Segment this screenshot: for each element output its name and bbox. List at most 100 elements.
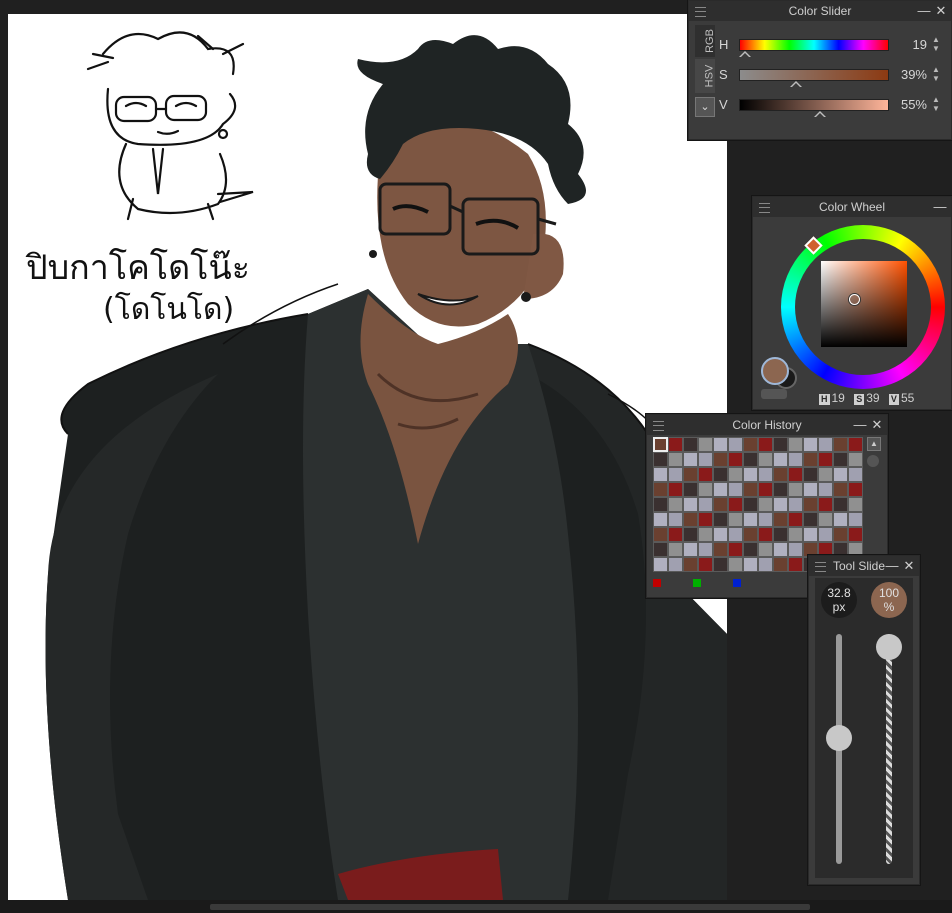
menu-grip-icon[interactable]: [695, 7, 706, 17]
history-swatch[interactable]: [788, 542, 803, 557]
history-swatch[interactable]: [803, 527, 818, 542]
tool-slider-titlebar[interactable]: Tool Slider — ✕: [809, 556, 919, 576]
history-swatch[interactable]: [683, 437, 698, 452]
history-swatch[interactable]: [818, 467, 833, 482]
chevron-up-icon[interactable]: ▲: [867, 437, 881, 451]
brush-size-value[interactable]: 32.8 px: [821, 582, 857, 618]
history-swatch[interactable]: [728, 452, 743, 467]
history-swatch[interactable]: [653, 452, 668, 467]
history-swatch[interactable]: [698, 452, 713, 467]
menu-grip-icon[interactable]: [759, 203, 770, 213]
history-swatch[interactable]: [788, 452, 803, 467]
history-swatch[interactable]: [743, 437, 758, 452]
history-swatch[interactable]: [833, 452, 848, 467]
history-swatch[interactable]: [743, 557, 758, 572]
history-swatch[interactable]: [683, 467, 698, 482]
history-swatch[interactable]: [803, 482, 818, 497]
history-swatch[interactable]: [773, 452, 788, 467]
history-swatch[interactable]: [758, 467, 773, 482]
history-swatch[interactable]: [833, 497, 848, 512]
history-swatch[interactable]: [698, 467, 713, 482]
chevron-down-icon[interactable]: ⌄: [695, 97, 715, 117]
saturation-value[interactable]: 39%: [901, 67, 927, 82]
history-swatch[interactable]: [713, 482, 728, 497]
history-swatch[interactable]: [773, 542, 788, 557]
history-swatch[interactable]: [728, 437, 743, 452]
history-swatch[interactable]: [773, 557, 788, 572]
history-swatch[interactable]: [713, 437, 728, 452]
history-swatch[interactable]: [653, 542, 668, 557]
close-icon[interactable]: ✕: [902, 556, 916, 576]
transparent-color-icon[interactable]: [761, 389, 787, 399]
history-swatch[interactable]: [653, 437, 668, 452]
history-swatch[interactable]: [773, 497, 788, 512]
color-slider-titlebar[interactable]: Color Slider — ✕: [689, 1, 951, 21]
history-swatch[interactable]: [683, 557, 698, 572]
history-swatch[interactable]: [728, 557, 743, 572]
history-swatch[interactable]: [683, 452, 698, 467]
history-swatch[interactable]: [848, 497, 863, 512]
history-swatch[interactable]: [668, 452, 683, 467]
history-swatch[interactable]: [728, 467, 743, 482]
history-swatch[interactable]: [848, 512, 863, 527]
history-swatch[interactable]: [668, 467, 683, 482]
history-swatch[interactable]: [698, 482, 713, 497]
history-swatch[interactable]: [788, 557, 803, 572]
close-icon[interactable]: ✕: [934, 1, 948, 21]
menu-grip-icon[interactable]: [815, 562, 826, 572]
history-swatch[interactable]: [758, 482, 773, 497]
history-swatch[interactable]: [758, 452, 773, 467]
history-swatch[interactable]: [803, 452, 818, 467]
history-swatch[interactable]: [803, 437, 818, 452]
history-swatch[interactable]: [698, 557, 713, 572]
history-swatch[interactable]: [758, 437, 773, 452]
history-swatch[interactable]: [803, 512, 818, 527]
sv-picker-handle[interactable]: [849, 294, 860, 305]
history-swatch[interactable]: [743, 527, 758, 542]
history-swatch[interactable]: [803, 497, 818, 512]
minimize-icon[interactable]: —: [917, 1, 931, 21]
history-swatch[interactable]: [683, 482, 698, 497]
history-swatch[interactable]: [788, 497, 803, 512]
history-swatch[interactable]: [848, 437, 863, 452]
saturation-spinner[interactable]: ▲ ▼: [931, 65, 941, 83]
history-swatch[interactable]: [848, 527, 863, 542]
history-swatch[interactable]: [773, 437, 788, 452]
saturation-slider[interactable]: [739, 69, 889, 81]
history-swatch[interactable]: [773, 527, 788, 542]
history-swatch[interactable]: [668, 497, 683, 512]
history-swatch[interactable]: [818, 452, 833, 467]
tab-rgb[interactable]: RGB: [695, 25, 716, 57]
history-swatch[interactable]: [653, 497, 668, 512]
history-swatch[interactable]: [713, 512, 728, 527]
hue-spinner[interactable]: ▲ ▼: [931, 35, 941, 53]
history-swatch[interactable]: [713, 542, 728, 557]
history-swatch[interactable]: [683, 542, 698, 557]
drawing-canvas[interactable]: ปิบกาโคโดโน๊ะ (โดโนโด): [8, 14, 727, 900]
hue-caret[interactable]: [739, 51, 751, 57]
history-swatch[interactable]: [698, 512, 713, 527]
history-swatch[interactable]: [653, 557, 668, 572]
history-swatch[interactable]: [668, 527, 683, 542]
history-swatch[interactable]: [668, 512, 683, 527]
history-swatch[interactable]: [713, 467, 728, 482]
history-swatch[interactable]: [743, 512, 758, 527]
history-swatch[interactable]: [833, 437, 848, 452]
tab-hsv[interactable]: HSV: [695, 59, 715, 93]
minimize-icon[interactable]: —: [885, 556, 899, 576]
horizontal-scrollbar[interactable]: [210, 904, 810, 910]
history-swatch[interactable]: [758, 512, 773, 527]
hue-value[interactable]: 19: [913, 37, 927, 52]
opacity-value[interactable]: 100%: [871, 582, 907, 618]
history-swatch[interactable]: [818, 437, 833, 452]
history-swatch[interactable]: [713, 452, 728, 467]
history-swatch[interactable]: [848, 467, 863, 482]
value-slider[interactable]: [739, 99, 889, 111]
history-swatch[interactable]: [683, 497, 698, 512]
history-swatch[interactable]: [668, 542, 683, 557]
history-swatch[interactable]: [803, 467, 818, 482]
history-swatch[interactable]: [773, 467, 788, 482]
history-swatch[interactable]: [788, 482, 803, 497]
color-history-titlebar[interactable]: Color History — ✕: [647, 415, 887, 435]
history-swatch[interactable]: [713, 557, 728, 572]
